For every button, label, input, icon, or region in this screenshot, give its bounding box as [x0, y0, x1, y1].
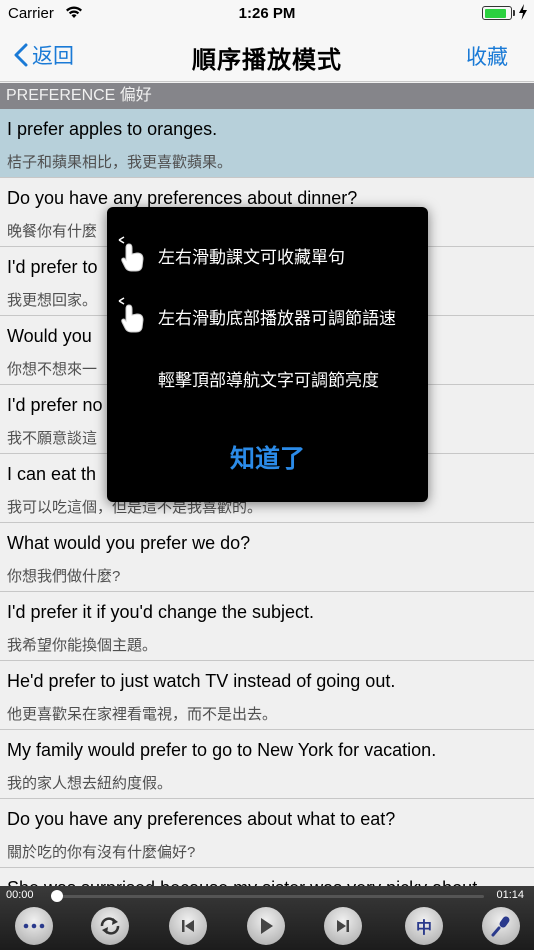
got-it-button[interactable]: 知道了 [107, 439, 428, 475]
duration-time: 01:14 [496, 889, 524, 901]
previous-icon [182, 920, 194, 932]
page-title[interactable]: 順序播放模式 [0, 40, 534, 75]
navigation-bar: 返回 順序播放模式 收藏 [0, 28, 534, 82]
play-icon [261, 918, 273, 934]
repeat-icon [100, 917, 120, 935]
more-icon [23, 923, 45, 929]
status-bar: Carrier 1:26 PM [0, 0, 534, 28]
tip-text-3: 輕擊頂部導航文字可調節亮度 [158, 371, 379, 390]
battery-nub [513, 10, 515, 16]
battery-icon [482, 6, 512, 20]
chinese-toggle-button[interactable]: 中 [405, 907, 443, 945]
play-button[interactable] [247, 907, 285, 945]
swipe-hand-icon [118, 297, 144, 333]
tip-text-2: 左右滑動底部播放器可調節語速 [158, 309, 396, 328]
next-button[interactable] [324, 907, 362, 945]
previous-button[interactable] [169, 907, 207, 945]
tips-popup: 左右滑動課文可收藏單句 左右滑動底部播放器可調節語速 輕擊頂部導航文字可調節亮度… [107, 207, 428, 502]
tip-text-1: 左右滑動課文可收藏單句 [158, 248, 345, 267]
progress-thumb[interactable] [51, 890, 63, 902]
elapsed-time: 00:00 [6, 889, 34, 901]
favorite-button[interactable]: 收藏 [466, 41, 508, 71]
repeat-button[interactable] [91, 907, 129, 945]
record-button[interactable] [482, 907, 520, 945]
status-time: 1:26 PM [238, 5, 296, 22]
audio-player[interactable]: 00:00 01:14 中 [0, 886, 534, 950]
progress-track[interactable] [52, 895, 484, 898]
microphone-icon [491, 916, 510, 937]
next-icon [337, 920, 349, 932]
charging-bolt-icon [519, 4, 527, 20]
more-button[interactable] [15, 907, 53, 945]
swipe-hand-icon [118, 236, 144, 272]
